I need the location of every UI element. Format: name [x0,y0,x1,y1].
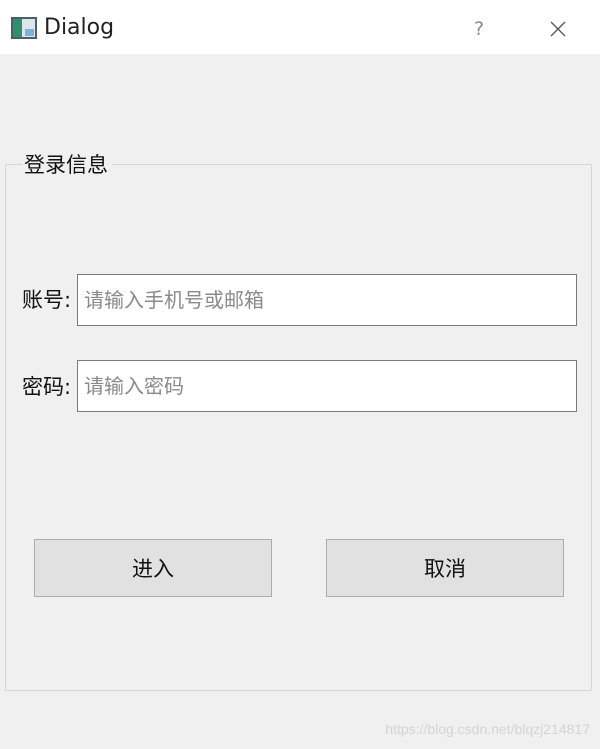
close-button[interactable] [538,12,578,46]
title-bar: Dialog ? [0,0,600,54]
app-window-icon [11,17,37,39]
account-input[interactable] [77,274,577,326]
account-label: 账号: [22,288,72,312]
window-title: Dialog [44,15,115,40]
groupbox-title: 登录信息 [22,151,112,179]
enter-button[interactable]: 进入 [34,539,272,597]
close-icon [550,21,566,37]
watermark-text: https://blog.csdn.net/blqzj214817 [385,721,590,737]
login-info-groupbox [5,164,592,691]
password-input[interactable] [77,360,577,412]
help-button[interactable]: ? [462,14,496,44]
password-label: 密码: [22,375,72,399]
cancel-button[interactable]: 取消 [326,539,564,597]
dialog-window: Dialog ? 登录信息 账号: 密码: 进入 取消 https://blog… [0,0,600,749]
